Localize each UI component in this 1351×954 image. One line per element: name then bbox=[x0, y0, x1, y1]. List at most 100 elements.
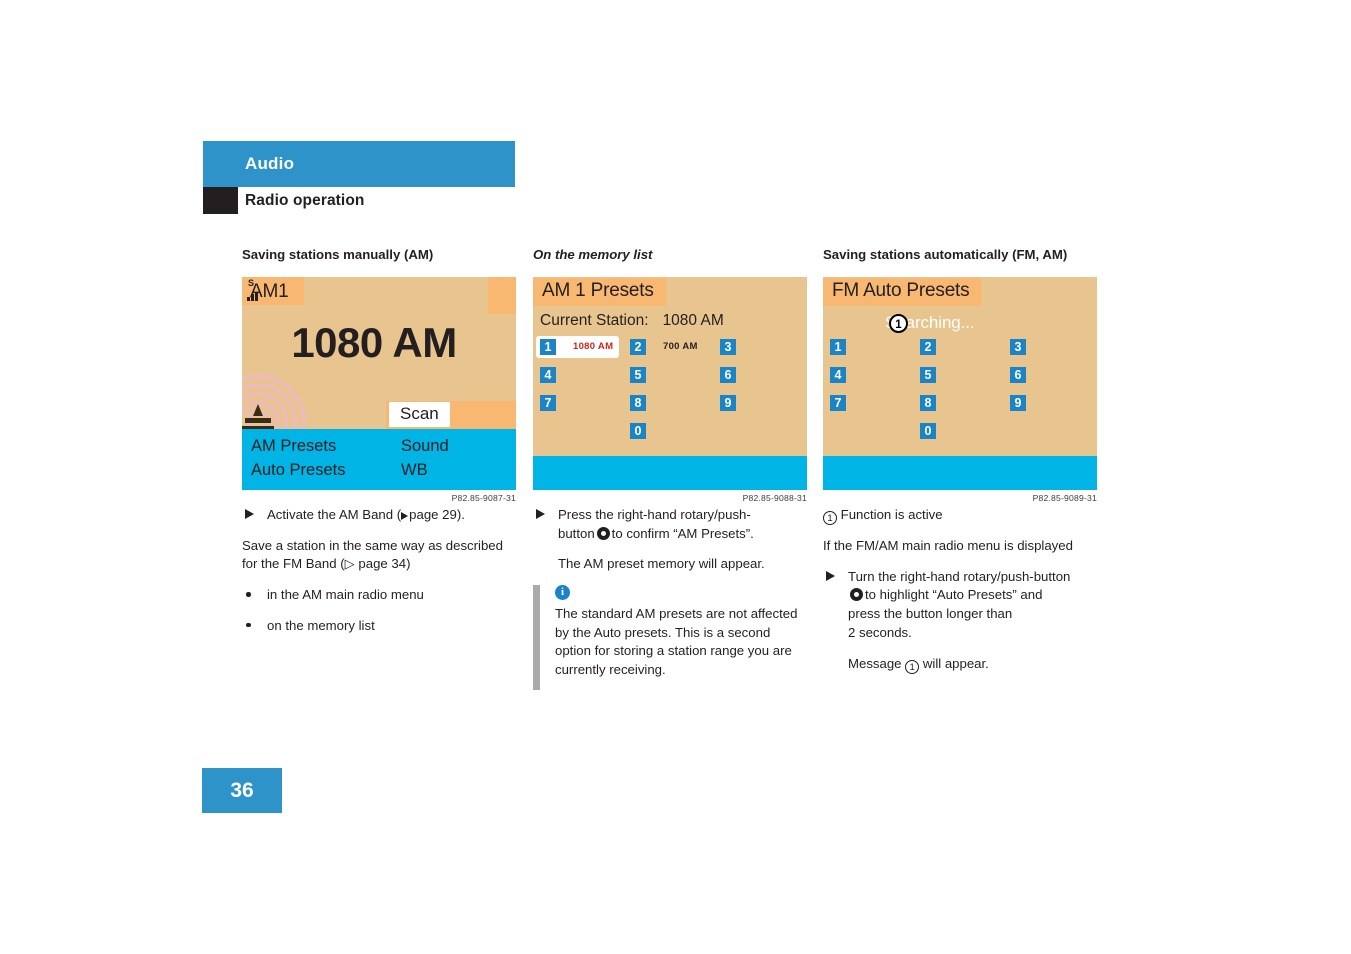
preset-slot-6[interactable]: 6 bbox=[1010, 366, 1026, 383]
preset-station: 700 AM bbox=[663, 341, 698, 352]
menu-item-am-presets[interactable]: AM Presets bbox=[251, 437, 336, 456]
preset-slot-2[interactable]: 2 bbox=[920, 338, 936, 355]
info-icon: i bbox=[555, 585, 570, 600]
column-1-body: Activate the AM Band (page 29). Save a s… bbox=[242, 506, 516, 648]
step-triangle-icon bbox=[536, 509, 545, 519]
preset-slot-0[interactable]: 0 bbox=[630, 422, 646, 439]
preset-number: 6 bbox=[1010, 366, 1026, 383]
preset-slot-5[interactable]: 5 bbox=[630, 366, 646, 383]
chapter-header-bar: Audio bbox=[203, 141, 515, 187]
step-turn-rotary-button: Turn the right-hand rotary/push-button t… bbox=[823, 568, 1097, 643]
column-2-body: Press the right-hand rotary/push- button… bbox=[533, 506, 807, 586]
step-triangle-icon bbox=[245, 509, 254, 519]
column-1-heading: Saving stations manually (AM) bbox=[242, 247, 434, 262]
step-page-ref[interactable]: page 29 bbox=[409, 507, 457, 522]
message-ref-circle-icon: 1 bbox=[905, 659, 920, 674]
preset-number: 2 bbox=[630, 338, 646, 355]
bullet-dot-icon bbox=[246, 622, 251, 628]
legend-function-active: 1 Function is active bbox=[823, 506, 1097, 525]
preset-grid: 1 2 3 4 5 6 7 8 9 0 bbox=[823, 338, 1097, 451]
menu-item-wb[interactable]: WB bbox=[401, 461, 428, 480]
step-triangle-icon bbox=[826, 570, 835, 581]
bullet-dot-icon bbox=[246, 592, 251, 597]
preset-station: 1080 AM bbox=[573, 341, 614, 352]
preset-number: 4 bbox=[540, 366, 556, 383]
preset-slot-9[interactable]: 9 bbox=[1010, 394, 1026, 411]
preset-row: 0 bbox=[533, 422, 807, 451]
scan-button[interactable]: Scan bbox=[389, 401, 450, 427]
current-station-value: 1080 AM bbox=[662, 311, 724, 329]
preset-slot-7[interactable]: 7 bbox=[540, 394, 556, 411]
preset-number: 9 bbox=[720, 394, 736, 411]
result-preset-memory: The AM preset memory will appear. bbox=[558, 556, 765, 572]
bullet-label: on the memory list bbox=[267, 617, 375, 633]
preset-row: 4 5 6 bbox=[823, 366, 1097, 395]
step-text-after: ). bbox=[456, 507, 465, 522]
preset-slot-8[interactable]: 8 bbox=[630, 394, 646, 411]
preset-number: 5 bbox=[920, 366, 936, 383]
section-title: Radio operation bbox=[245, 192, 365, 209]
preset-row: 0 bbox=[823, 422, 1097, 451]
figure-caption-1: P82.85-9087-31 bbox=[451, 492, 516, 503]
preset-number: 2 bbox=[920, 338, 936, 355]
callout-marker-1: 1 bbox=[889, 313, 908, 333]
bullet-am-main-radio-menu: in the AM main radio menu bbox=[242, 586, 516, 605]
note-side-bar bbox=[533, 585, 540, 690]
column-2-heading: On the memory list bbox=[533, 247, 653, 262]
radio-screen-am-presets: AM 1 Presets Current Station: 1080 AM 1 10… bbox=[533, 276, 807, 490]
preset-slot-4[interactable]: 4 bbox=[540, 366, 556, 383]
preset-slot-1[interactable]: 1 1080 AM bbox=[536, 335, 620, 358]
preset-slot-9[interactable]: 9 bbox=[720, 394, 736, 411]
presets-footer-bar bbox=[823, 455, 1097, 490]
column-3-heading: Saving stations automatically (FM, AM) bbox=[823, 247, 1068, 262]
preset-number: 1 bbox=[540, 338, 556, 355]
preset-row: 1 2 3 bbox=[823, 338, 1097, 367]
preset-grid: 1 1080 AM 2 700 AM 3 4 5 6 7 8 9 0 bbox=[533, 335, 807, 451]
preset-number: 9 bbox=[1010, 394, 1026, 411]
preset-slot-2[interactable]: 2 700 AM bbox=[630, 338, 698, 355]
current-station-label: Current Station: bbox=[540, 311, 649, 329]
preset-slot-0[interactable]: 0 bbox=[920, 422, 936, 439]
radio-menu-bar: AM Presets Sound Auto Presets WB bbox=[242, 428, 516, 490]
legend-ref-circle-icon: 1 bbox=[823, 511, 837, 525]
preset-row: 7 8 9 bbox=[823, 394, 1097, 423]
step-line-1: Turn the right-hand rotary/push-button bbox=[848, 568, 1071, 584]
preset-number: 3 bbox=[1010, 338, 1026, 355]
menu-item-auto-presets[interactable]: Auto Presets bbox=[251, 461, 345, 480]
page-number: 36 bbox=[230, 779, 254, 802]
step-line-2-prefix: button bbox=[558, 525, 595, 541]
preset-number: 1 bbox=[830, 338, 846, 355]
page-number-block: 36 bbox=[202, 768, 282, 813]
radio-screen-am-main: AM1 S 1080 AM Scan AM Presets Sound Auto… bbox=[242, 276, 516, 490]
preset-slot-3[interactable]: 3 bbox=[720, 338, 736, 355]
preset-number: 7 bbox=[540, 394, 556, 411]
presets-footer-bar bbox=[533, 455, 807, 490]
column-3-body: 1 Function is active If the FM/AM main r… bbox=[823, 506, 1097, 686]
condition-main-radio-menu: If the FM/AM main radio menu is displaye… bbox=[823, 538, 1073, 553]
rotary-push-button-icon bbox=[850, 588, 863, 602]
preset-number: 8 bbox=[630, 394, 646, 411]
message-text-before: Message bbox=[848, 655, 902, 671]
preset-slot-8[interactable]: 8 bbox=[920, 394, 936, 411]
preset-slot-4[interactable]: 4 bbox=[830, 366, 846, 383]
radio-screen-fm-auto-presets: FM Auto Presets Searching... 1 1 2 3 4 5… bbox=[823, 276, 1097, 490]
menu-item-sound[interactable]: Sound bbox=[401, 437, 449, 456]
signal-strength-label: S bbox=[248, 277, 255, 288]
column-saving-automatically: Saving stations automatically (FM, AM) F… bbox=[823, 247, 1097, 503]
preset-number: 4 bbox=[830, 366, 846, 383]
preset-slot-3[interactable]: 3 bbox=[1010, 338, 1026, 355]
page-ref-triangle-icon bbox=[401, 512, 409, 520]
preset-number: 0 bbox=[920, 422, 936, 439]
preset-slot-6[interactable]: 6 bbox=[720, 366, 736, 383]
presets-screen-title: FM Auto Presets bbox=[823, 277, 982, 306]
preset-slot-5[interactable]: 5 bbox=[920, 366, 936, 383]
figure-caption-2: P82.85-9088-31 bbox=[742, 492, 807, 503]
preset-number: 6 bbox=[720, 366, 736, 383]
preset-slot-1[interactable]: 1 bbox=[830, 338, 846, 355]
preset-row: 4 5 6 bbox=[533, 366, 807, 395]
preset-slot-7[interactable]: 7 bbox=[830, 394, 846, 411]
signal-indicator-background bbox=[488, 276, 516, 314]
chapter-title: Audio bbox=[245, 154, 295, 173]
message-text-after: will appear. bbox=[922, 655, 989, 671]
preset-number: 3 bbox=[720, 338, 736, 355]
